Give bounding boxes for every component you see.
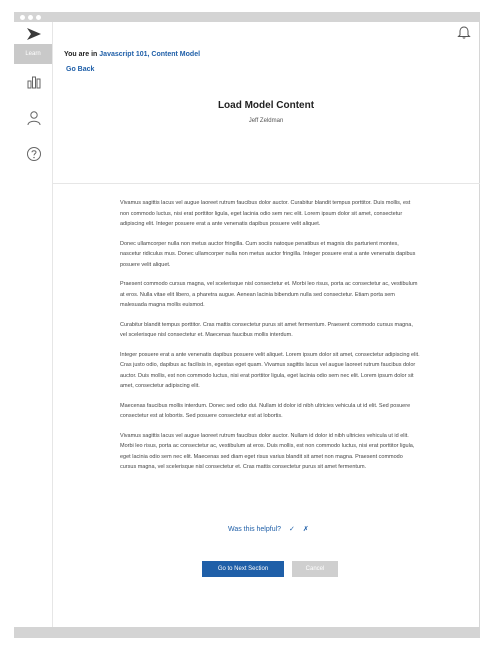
article-paragraph: Vivamus sagittis lacus vel augue laoreet… xyxy=(120,432,415,471)
sidebar-item-learn[interactable]: Learn xyxy=(14,44,52,64)
feedback-no-icon[interactable]: ✗ xyxy=(303,526,309,533)
sidebar: Learn xyxy=(14,22,53,627)
window-control-dot[interactable] xyxy=(20,15,25,20)
article-paragraph: Praesent commodo cursus magna, vel scele… xyxy=(120,281,418,308)
header-divider xyxy=(52,183,480,184)
article-paragraph: Integer posuere erat a ante venenatis da… xyxy=(120,351,420,390)
article-paragraph: Curabitur blandit tempus porttitor. Cras… xyxy=(120,321,413,339)
notification-bell-icon[interactable] xyxy=(457,25,471,39)
help-icon[interactable] xyxy=(26,146,42,162)
breadcrumb-prefix: You are in xyxy=(64,51,98,58)
article-body: Vivamus sagittis lacus vel augue laoreet… xyxy=(120,198,420,498)
author-name: Jeff Zeldman xyxy=(248,118,284,124)
logo-icon[interactable] xyxy=(26,27,42,41)
article-paragraph: Maecenas faucibus mollis interdum. Donec… xyxy=(120,402,411,420)
article-paragraph: Vivamus sagittis lacus vel augue laoreet… xyxy=(120,200,411,227)
window-bottom-bar xyxy=(14,627,480,638)
cancel-button[interactable]: Cancel xyxy=(292,561,338,577)
breadcrumb: You are in Javascript 101, Content Model xyxy=(64,51,200,58)
feedback-question: Was this helpful? xyxy=(228,526,282,533)
window-control-dot[interactable] xyxy=(28,15,33,20)
window-titlebar xyxy=(14,12,480,22)
feedback-yes-icon[interactable]: ✓ xyxy=(289,526,295,533)
window-control-dot[interactable] xyxy=(36,15,41,20)
analytics-icon[interactable] xyxy=(26,74,42,90)
article-paragraph: Donec ullamcorper nulla non metus auctor… xyxy=(120,240,416,268)
next-section-button[interactable]: Go to Next Section xyxy=(202,561,284,577)
user-icon[interactable] xyxy=(26,110,42,126)
go-back-link[interactable]: Go Back xyxy=(66,66,94,73)
breadcrumb-link[interactable]: Javascript 101, Content Model xyxy=(99,51,200,58)
feedback-prompt: Was this helpful? ✓ ✗ xyxy=(228,525,309,533)
page-title: Load Model Content xyxy=(217,100,315,111)
